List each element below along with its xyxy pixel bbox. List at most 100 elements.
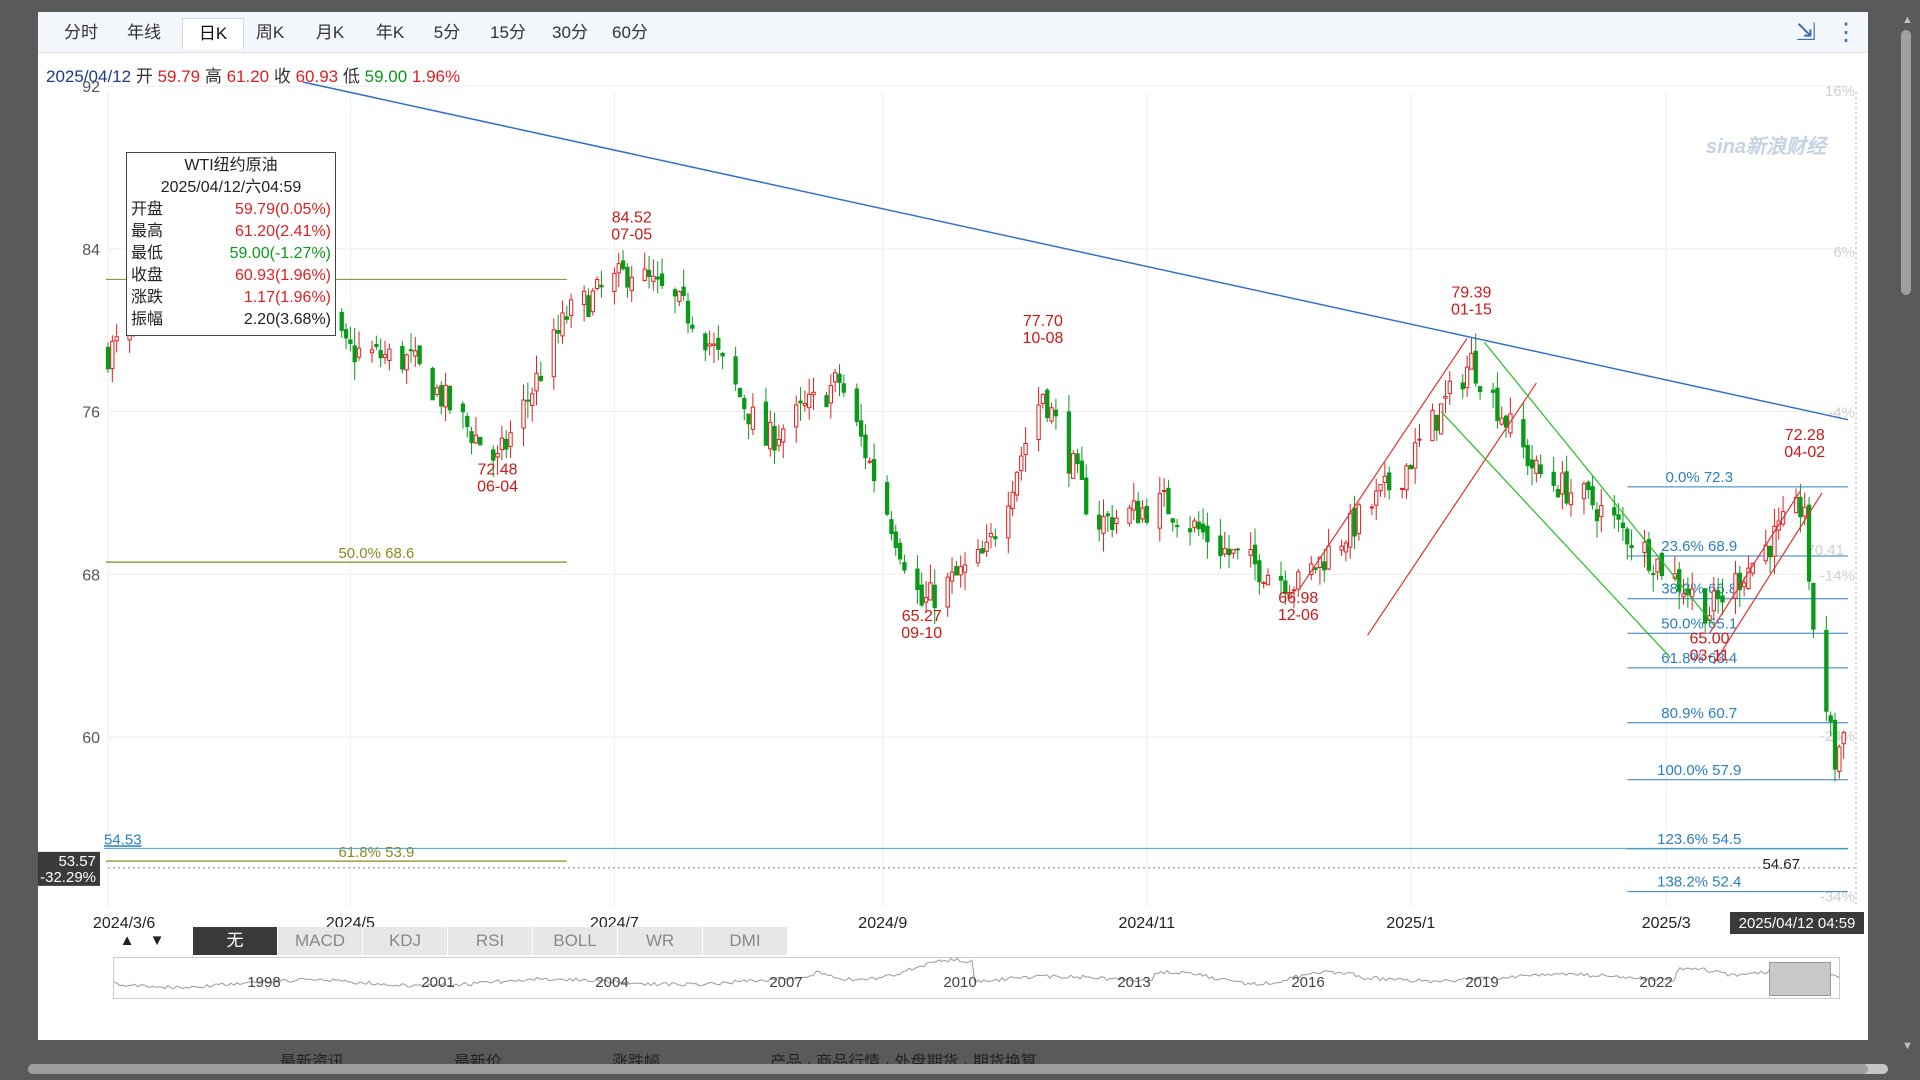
candle: [1837, 744, 1842, 779]
candle: [555, 314, 561, 344]
candle-body: [1157, 493, 1162, 529]
candle: [867, 457, 872, 464]
candle-body: [473, 434, 479, 444]
candle-body: [854, 388, 859, 423]
candle: [1066, 395, 1072, 488]
fib-right-label: 80.9% 60.7: [1661, 705, 1737, 722]
candle-body: [1642, 541, 1647, 553]
candle: [469, 426, 474, 455]
candle-body: [1326, 545, 1331, 570]
candle-body: [356, 347, 362, 358]
range-navigator[interactable]: 1998 2001 2004 2007 2010 2013 2016 2019 2022: [113, 957, 1840, 999]
navigator-year-label: 1998: [247, 974, 280, 991]
indicator-tab[interactable]: BOLL: [533, 927, 618, 955]
candle: [980, 540, 985, 554]
candle: [928, 564, 933, 601]
pct-tick-label: -14%: [1820, 567, 1855, 584]
crosshair-price: 53.57: [58, 853, 96, 870]
scroll-down-arrow-icon[interactable]: ▼: [143, 929, 171, 953]
tooltip-row-label: 振幅: [131, 311, 164, 328]
indicator-tab[interactable]: 无: [193, 927, 278, 955]
candle: [958, 555, 963, 588]
candle-body: [1408, 465, 1413, 470]
candle: [1309, 555, 1314, 581]
candle: [1226, 534, 1232, 569]
candle-body: [1534, 459, 1539, 474]
candle-body: [1404, 465, 1409, 491]
candle-body: [867, 460, 872, 463]
candle-body: [616, 263, 621, 274]
candle: [525, 382, 531, 419]
candle: [837, 364, 842, 397]
candle-body: [555, 330, 561, 334]
candle-body: [508, 432, 513, 447]
candle: [369, 340, 375, 363]
candle: [1767, 545, 1773, 574]
indicator-tab[interactable]: WR: [618, 927, 703, 955]
fib-right-label: 38.2% 66.8: [1661, 581, 1737, 598]
candle: [1040, 393, 1046, 409]
candle: [1192, 517, 1197, 533]
horizontal-scrollbar[interactable]: [28, 1064, 1888, 1074]
indicator-tab[interactable]: KDJ: [363, 927, 448, 955]
channel-line: [1440, 411, 1671, 659]
candle-body: [1235, 548, 1240, 551]
candle: [677, 290, 682, 307]
candle: [975, 539, 981, 567]
candle: [1832, 712, 1838, 782]
vertical-scrollbar[interactable]: [1900, 30, 1912, 1050]
candle-body: [1084, 477, 1089, 515]
candle-body: [1222, 547, 1227, 555]
candle-body: [1521, 419, 1526, 448]
tooltip-row-value: 2.20(3.68%): [243, 311, 331, 328]
candle: [1811, 582, 1816, 639]
candle-body: [811, 391, 816, 396]
horizontal-scroll-thumb[interactable]: [28, 1064, 1868, 1074]
chart-frame: 分时 年线 日K 周K 月K 年K 5分 15分 30分 60分 ⇲ ⋮ 2025/04/12 开 5…: [38, 12, 1868, 1052]
candle-body: [746, 413, 751, 425]
candle-body: [417, 345, 422, 365]
candle-body: [651, 275, 656, 282]
candle-body: [1464, 366, 1470, 389]
navigator-window-handle[interactable]: [1769, 962, 1831, 996]
indicator-tab[interactable]: RSI: [448, 927, 533, 955]
navigator-year-label: 2001: [421, 974, 454, 991]
vertical-scroll-thumb[interactable]: [1901, 30, 1911, 295]
candle: [538, 361, 543, 383]
candle: [508, 420, 513, 458]
indicator-tab[interactable]: MACD: [278, 927, 363, 955]
candle-body: [1144, 505, 1149, 523]
candle-body: [538, 375, 543, 381]
scroll-down-icon[interactable]: ▼: [1902, 1040, 1913, 1052]
fib-right-label: 100.0% 57.9: [1657, 762, 1741, 779]
candle-body: [858, 420, 864, 437]
pct-tick-label: 16%: [1825, 83, 1855, 100]
candle-body: [1711, 590, 1716, 612]
candle: [343, 323, 349, 350]
candle-body: [1655, 558, 1660, 573]
candle: [586, 288, 591, 318]
candle-body: [1837, 746, 1842, 772]
candle: [1374, 478, 1379, 521]
candle-body: [374, 343, 379, 347]
tooltip-row-label: 开盘: [131, 201, 164, 218]
candle: [612, 267, 617, 305]
candle: [1586, 480, 1591, 499]
scroll-up-icon[interactable]: ▲: [1902, 14, 1913, 26]
candle: [1555, 485, 1561, 498]
scroll-up-arrow-icon[interactable]: ▲: [113, 929, 141, 953]
candle-body: [568, 299, 574, 316]
candle: [833, 368, 838, 393]
candle-body: [1651, 573, 1656, 576]
candle: [356, 331, 362, 361]
sina-watermark-logo: sina新浪财经: [1706, 136, 1827, 158]
resistance-trendline: [302, 81, 1849, 421]
candle-body: [1226, 548, 1232, 556]
indicator-tab[interactable]: DMI: [703, 927, 788, 955]
candle: [460, 401, 466, 429]
candle: [711, 332, 717, 363]
candle: [620, 249, 626, 271]
candle: [807, 378, 812, 420]
candle: [949, 557, 955, 594]
candle-body: [958, 566, 963, 576]
